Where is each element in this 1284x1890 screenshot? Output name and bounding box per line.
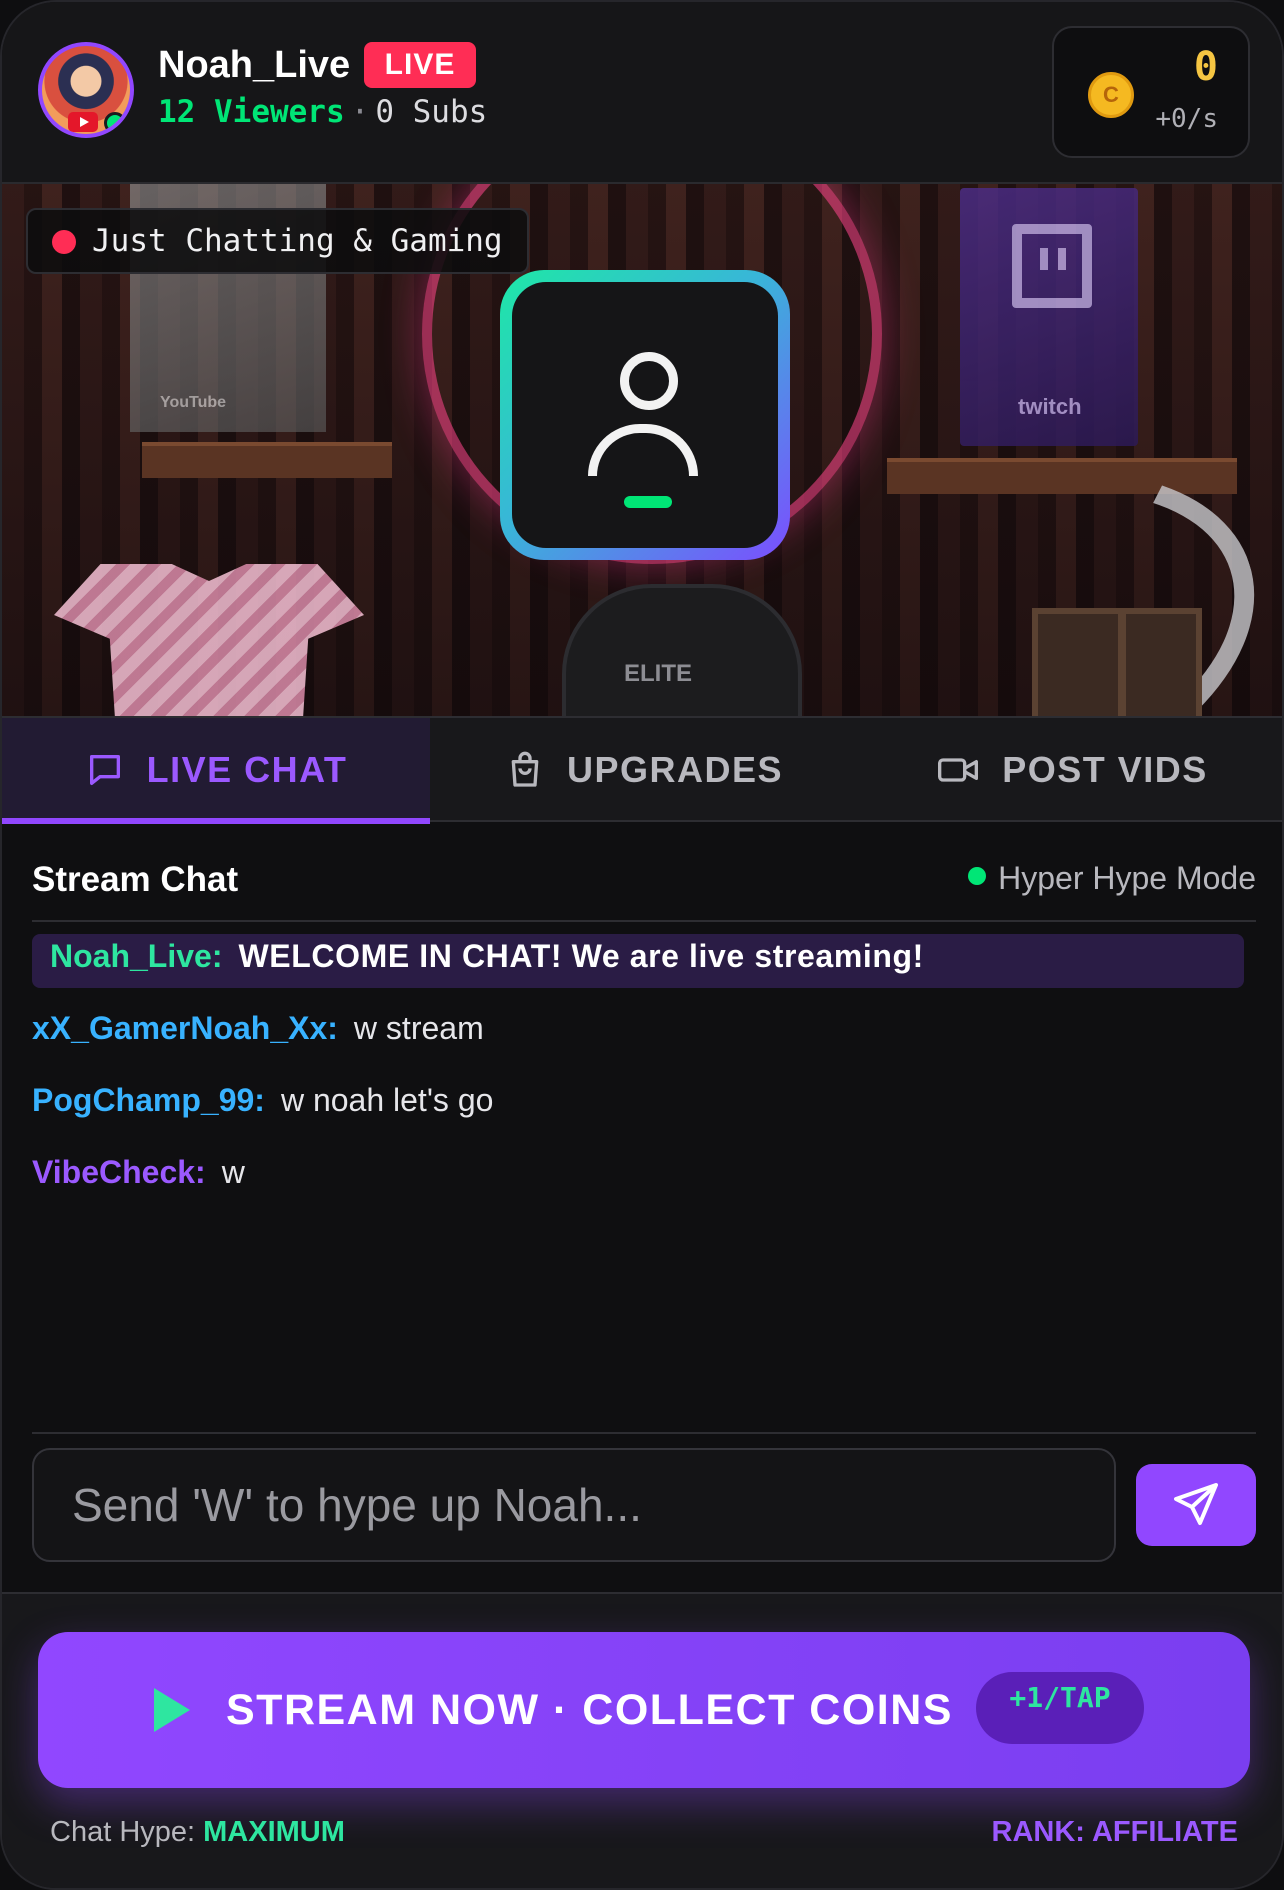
tab-label: POST VIDS <box>1002 749 1208 790</box>
shopping-bag-icon <box>511 751 539 787</box>
chat-username[interactable]: PogChamp_99: <box>32 1082 265 1118</box>
coin-icon: C <box>1088 72 1134 118</box>
user-head-shape <box>620 352 678 410</box>
rank-label: RANK: AFFILIATE <box>991 1816 1238 1848</box>
status-dot-icon <box>968 867 987 885</box>
chat-text: w stream <box>353 1010 484 1046</box>
chat-header: Stream Chat Hyper Hype Mode <box>32 854 1256 922</box>
online-status-icon <box>104 112 126 134</box>
video-camera-icon <box>938 758 979 782</box>
hype-mode-label: Hyper Hype Mode <box>998 860 1256 896</box>
twitch-icon <box>1012 224 1092 308</box>
photo-frame-decoration <box>1032 608 1202 716</box>
chat-title: Stream Chat <box>32 860 239 899</box>
stream-category: Just Chatting & Gaming <box>26 208 529 274</box>
youtube-icon <box>68 112 98 132</box>
streamer-name: Noah_Live <box>158 44 351 86</box>
chat-username[interactable]: Noah_Live: <box>50 938 222 974</box>
chat-message-pinned: Noah_Live: WELCOME IN CHAT! We are live s… <box>32 934 1244 988</box>
send-icon <box>1174 1483 1218 1525</box>
footer: STREAM NOW · COLLECT COINS +1/TAP Chat H… <box>2 1592 1282 1888</box>
coin-count: 0 <box>1193 44 1218 90</box>
category-label: Just Chatting & Gaming <box>92 223 503 259</box>
stream-stats: 12 Viewers · 0 Subs <box>158 94 487 130</box>
app-window: Noah_Live LIVE 12 Viewers · 0 Subs C 0 +0/… <box>0 0 1284 1890</box>
tap-rate-badge: +1/TAP <box>976 1672 1144 1744</box>
user-body-shape <box>588 424 698 476</box>
tab-label: UPGRADES <box>566 749 784 790</box>
tab-live-chat[interactable]: LIVE CHAT <box>2 718 430 824</box>
send-button[interactable] <box>1136 1464 1256 1546</box>
youtube-plaque-text: YouTube <box>160 394 227 411</box>
coin-rate: +0/s <box>1155 104 1218 134</box>
stream-now-button[interactable]: STREAM NOW · COLLECT COINS +1/TAP <box>38 1632 1250 1788</box>
play-icon <box>154 1688 190 1732</box>
stream-button-label: STREAM NOW · COLLECT COINS <box>226 1686 953 1734</box>
twitch-plaque: twitch <box>960 188 1138 446</box>
chat-text: WELCOME IN CHAT! We are live streaming! <box>238 938 924 974</box>
twitch-plaque-text: twitch <box>1018 394 1082 419</box>
avatar[interactable] <box>38 42 134 138</box>
live-dot-icon <box>52 230 76 254</box>
chat-bubble-icon <box>89 755 120 785</box>
tab-bar: LIVE CHAT UPGRADES POST VIDS <box>2 716 1282 824</box>
chat-text: w <box>221 1154 245 1190</box>
hype-mode-indicator: Hyper Hype Mode <box>968 860 1256 897</box>
viewer-count: 12 Viewers <box>158 94 345 130</box>
status-bar-indicator <box>624 496 672 508</box>
stats-separator: · <box>350 94 370 130</box>
stream-header: Noah_Live LIVE 12 Viewers · 0 Subs C 0 +0/… <box>2 2 1282 184</box>
live-badge: LIVE <box>364 42 476 88</box>
sub-count: 0 Subs <box>375 94 488 130</box>
chat-hype-label: Chat Hype: <box>50 1816 196 1848</box>
gaming-chair: ELITE <box>562 584 802 716</box>
chat-username[interactable]: xX_GamerNoah_Xx: <box>32 1010 338 1046</box>
tab-upgrades[interactable]: UPGRADES <box>430 718 858 822</box>
tab-label: LIVE CHAT <box>146 749 348 790</box>
chat-username[interactable]: VibeCheck: <box>32 1154 206 1190</box>
streamer-avatar-frame[interactable] <box>500 270 790 560</box>
chat-input[interactable] <box>32 1448 1116 1562</box>
tab-post-vids[interactable]: POST VIDS <box>858 718 1282 822</box>
coin-counter: C 0 +0/s <box>1052 26 1250 158</box>
shelf-left <box>142 442 392 478</box>
chat-hype-value: MAXIMUM <box>203 1816 345 1848</box>
user-silhouette-icon <box>512 282 778 548</box>
jersey-decoration <box>54 564 364 716</box>
chat-divider <box>32 1432 1256 1434</box>
chat-message: VibeCheck: w <box>32 1154 245 1191</box>
chat-hype-status: Chat Hype: MAXIMUM <box>50 1816 345 1849</box>
stream-preview: YouTube twitch ELITE Just Chatting & Gam… <box>2 184 1282 716</box>
chat-message: xX_GamerNoah_Xx: w stream <box>32 1010 484 1047</box>
chair-label: ELITE <box>624 660 693 687</box>
chat-text: w noah let's go <box>280 1082 494 1118</box>
chat-message: PogChamp_99: w noah let's go <box>32 1082 493 1119</box>
